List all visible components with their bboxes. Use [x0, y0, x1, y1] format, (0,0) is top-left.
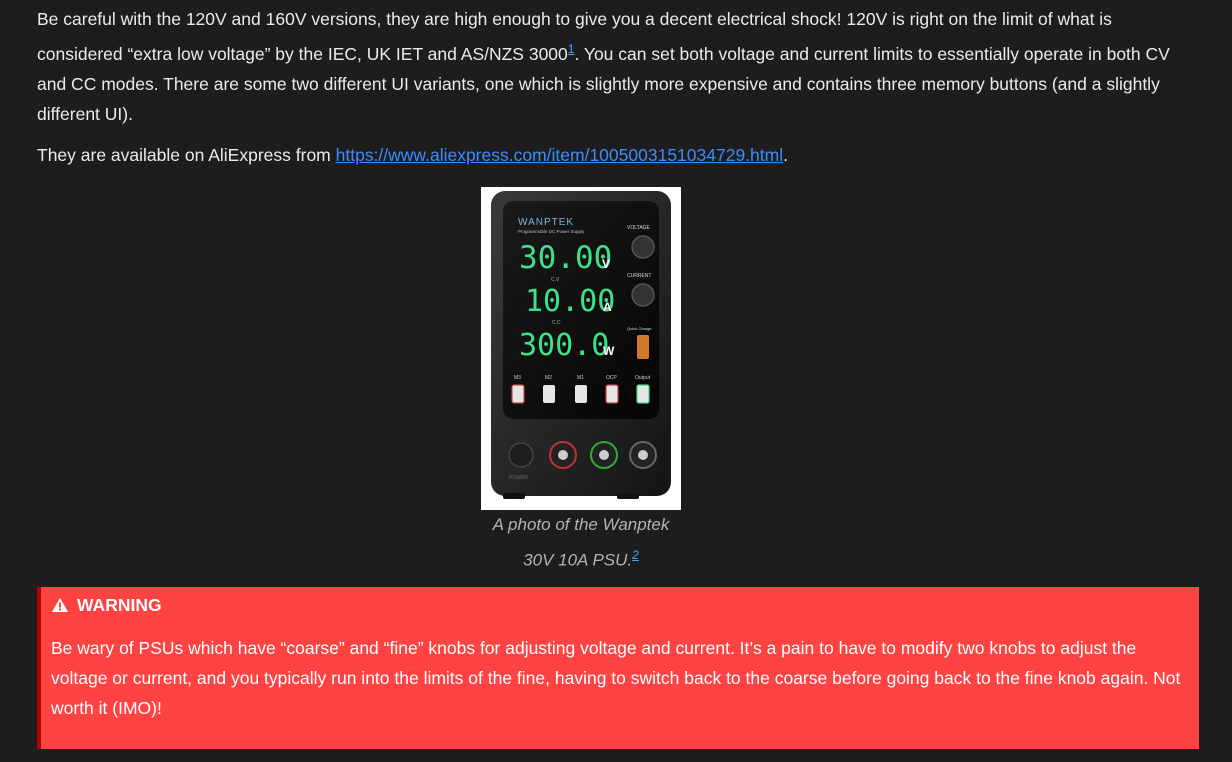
caption-line-2: 30V 10A PSU. [523, 550, 633, 570]
power-unit: W [603, 344, 615, 358]
warning-body: Be wary of PSUs which have “coarse” and … [51, 638, 1181, 718]
cv-indicator: C.V [551, 277, 560, 283]
voltage-knob [631, 235, 655, 259]
paragraph-availability: They are available on AliExpress from ht… [37, 140, 1199, 170]
voltage-unit: V [602, 257, 610, 271]
button-label-ocp: OCP [606, 375, 618, 381]
power-readout: 300.0 [519, 328, 609, 363]
current-readout: 10.00 [525, 284, 615, 319]
warning-title: WARNING [51, 593, 162, 617]
button-label-output: Output [635, 375, 651, 381]
usb-quick-charge-port [637, 335, 649, 359]
power-button [508, 442, 534, 468]
paragraph-psu-voltage: Be careful with the 120V and 160V versio… [37, 4, 1199, 129]
aliexpress-link[interactable]: https://www.aliexpress.com/item/10050031… [336, 145, 783, 165]
button-label-m3: M3 [514, 375, 521, 381]
footnote-link-2[interactable]: 2 [632, 548, 639, 562]
power-label: POWER [509, 475, 528, 481]
button-label-m1: M1 [577, 375, 584, 381]
psu-device-image: WANPTEK Programmable DC Power Supply 30.… [491, 191, 671, 499]
brand-subtitle: Programmable DC Power Supply [518, 229, 585, 234]
psu-figure: WANPTEK Programmable DC Power Supply 30.… [481, 187, 681, 576]
warning-triangle-icon [51, 597, 69, 613]
cc-indicator: C.C [552, 320, 561, 326]
voltage-readout: 30.00 [519, 240, 612, 276]
brand-logo: WANPTEK [518, 217, 574, 228]
warning-admonition: WARNING Be wary of PSUs which have “coar… [37, 587, 1199, 749]
current-knob-label: CURRENT [627, 273, 651, 279]
button-label-m2: M2 [545, 375, 552, 381]
psu-photo[interactable]: WANPTEK Programmable DC Power Supply 30.… [481, 187, 681, 510]
voltage-knob-label: VOLTAGE [627, 225, 651, 231]
quick-charge-label: Quick Charge [627, 326, 652, 331]
warning-title-text: WARNING [77, 595, 162, 615]
footnote-ref-2[interactable]: 2 [632, 547, 639, 563]
paragraph-end: . [783, 145, 788, 165]
current-knob [631, 283, 655, 307]
caption-line-1: A photo of the Wanptek [492, 515, 670, 534]
current-unit: A [603, 300, 612, 314]
paragraph-text: They are available on AliExpress from [37, 145, 336, 165]
figure-caption: A photo of the Wanptek 30V 10A PSU.2 [481, 510, 681, 576]
